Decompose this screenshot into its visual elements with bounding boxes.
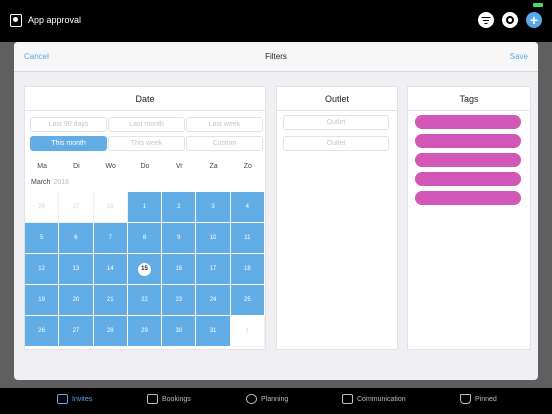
tab-communication[interactable]: Communication bbox=[342, 394, 406, 404]
weekday-label: Vr bbox=[175, 163, 183, 170]
date-preset-button[interactable]: Last week bbox=[186, 117, 263, 132]
calendar-day[interactable]: 12 bbox=[25, 254, 60, 285]
calendar-day[interactable]: 9 bbox=[162, 223, 197, 254]
contact-icon bbox=[10, 14, 22, 27]
weekday-label: Do bbox=[140, 163, 150, 170]
calendar-day[interactable]: 13 bbox=[59, 254, 94, 285]
mail-icon bbox=[57, 394, 68, 404]
calendar-day[interactable]: 1 bbox=[230, 316, 265, 347]
filters-modal: Cancel Filters Save Date Last 90 days Las… bbox=[14, 42, 538, 380]
calendar-day[interactable]: 1 bbox=[127, 192, 163, 223]
calendar-day[interactable]: 22 bbox=[127, 285, 163, 316]
calendar-day[interactable]: 27 bbox=[59, 316, 94, 347]
tag-pill[interactable] bbox=[415, 153, 521, 167]
weekday-label: Di bbox=[73, 163, 80, 170]
save-button[interactable]: Save bbox=[510, 52, 528, 61]
calendar-day[interactable]: 10 bbox=[196, 223, 231, 254]
calendar-day[interactable]: 29 bbox=[127, 316, 163, 347]
calendar-day[interactable]: 3 bbox=[196, 192, 231, 223]
month-name: March bbox=[31, 179, 51, 186]
outlet-title: Outlet bbox=[277, 87, 397, 111]
filter-icon bbox=[481, 17, 491, 19]
search-icon bbox=[506, 16, 514, 24]
calendar-day[interactable]: 17 bbox=[196, 254, 231, 285]
book-icon bbox=[147, 394, 158, 404]
date-title: Date bbox=[25, 87, 265, 111]
calendar-day[interactable]: 28 bbox=[93, 192, 128, 223]
tab-planning[interactable]: Planning bbox=[246, 394, 288, 404]
calendar-day[interactable]: 6 bbox=[59, 223, 94, 254]
tags-title: Tags bbox=[408, 87, 530, 111]
calendar-day[interactable]: 30 bbox=[162, 316, 197, 347]
calendar-day[interactable]: 8 bbox=[127, 223, 163, 254]
calendar-day[interactable]: 31 bbox=[196, 316, 231, 347]
weekday-label: Wo bbox=[105, 163, 116, 170]
calendar-day[interactable]: 21 bbox=[93, 285, 128, 316]
outlet-input[interactable]: Outlet bbox=[283, 136, 389, 151]
search-button[interactable] bbox=[502, 12, 518, 28]
tag-pill[interactable] bbox=[415, 134, 521, 148]
calendar-day[interactable]: 18 bbox=[230, 254, 265, 285]
clock-icon bbox=[246, 394, 257, 404]
tab-label: Planning bbox=[261, 395, 289, 403]
modal-header: Cancel Filters Save bbox=[14, 42, 538, 72]
pin-icon bbox=[460, 394, 471, 404]
calendar-day[interactable]: 4 bbox=[230, 192, 265, 223]
calendar-day[interactable]: 24 bbox=[196, 285, 231, 316]
tag-pill[interactable] bbox=[415, 115, 521, 129]
battery-icon bbox=[533, 3, 543, 7]
weekday-header: Ma Di Wo Do Vr Za Zo bbox=[25, 163, 265, 170]
calendar-day[interactable]: 15 bbox=[127, 254, 163, 285]
tab-pinned[interactable]: Pinned bbox=[460, 394, 497, 404]
calendar-day[interactable]: 11 bbox=[230, 223, 265, 254]
tag-pill[interactable] bbox=[415, 172, 521, 186]
chat-icon bbox=[342, 394, 353, 404]
date-preset-button[interactable]: Custom bbox=[186, 136, 263, 151]
weekday-label: Zo bbox=[243, 163, 252, 170]
tab-label: Invites bbox=[72, 395, 93, 403]
filter-button[interactable] bbox=[478, 12, 494, 28]
tag-pill[interactable] bbox=[415, 191, 521, 205]
filter-icon-line bbox=[484, 23, 488, 25]
date-panel: Date Last 90 days Last month Last week This… bbox=[24, 86, 266, 350]
tab-bar: Invites Bookings Planning Communication Pinn… bbox=[0, 388, 552, 414]
filter-icon-line bbox=[483, 20, 489, 22]
calendar-grid: 26 27 28 1 2 3 4 5 6 7 8 9 10 11 12 13 14 15 16 17 18 19 20 21 2… bbox=[25, 192, 265, 347]
tab-invites[interactable]: Invites bbox=[57, 394, 92, 404]
calendar-day[interactable]: 2 bbox=[162, 192, 197, 223]
calendar-day[interactable]: 26 bbox=[25, 192, 60, 223]
date-preset-button[interactable]: Last 90 days bbox=[30, 117, 107, 132]
tab-bookings[interactable]: Bookings bbox=[147, 394, 191, 404]
calendar-day[interactable]: 25 bbox=[230, 285, 265, 316]
weekday-label: Ma bbox=[37, 163, 47, 170]
calendar-day[interactable]: 19 bbox=[25, 285, 60, 316]
date-preset-button[interactable]: Last month bbox=[108, 117, 185, 132]
calendar-day[interactable]: 7 bbox=[93, 223, 128, 254]
add-button[interactable]: + bbox=[526, 12, 542, 28]
app-bar: App approval + bbox=[0, 0, 552, 42]
calendar-day[interactable]: 16 bbox=[162, 254, 197, 285]
calendar-day[interactable]: 26 bbox=[25, 316, 60, 347]
calendar-day[interactable]: 20 bbox=[59, 285, 94, 316]
tab-label: Bookings bbox=[162, 395, 191, 403]
calendar-day[interactable]: 28 bbox=[93, 316, 128, 347]
calendar-day[interactable]: 27 bbox=[59, 192, 94, 223]
date-preset-button[interactable]: This month bbox=[30, 136, 107, 151]
date-preset-button[interactable]: This week bbox=[108, 136, 185, 151]
calendar-day[interactable]: 23 bbox=[162, 285, 197, 316]
today-marker: 15 bbox=[137, 262, 151, 276]
plus-icon: + bbox=[529, 12, 539, 28]
tab-label: Communication bbox=[357, 395, 406, 403]
modal-title: Filters bbox=[265, 52, 287, 61]
month-year: 2018 bbox=[53, 179, 70, 186]
outlet-panel: Outlet Outlet Outlet bbox=[276, 86, 398, 350]
app-title: App approval bbox=[28, 15, 82, 25]
month-label: March 2018 bbox=[31, 179, 69, 186]
tags-panel: Tags bbox=[407, 86, 531, 350]
weekday-label: Za bbox=[209, 163, 218, 170]
calendar-day[interactable]: 14 bbox=[93, 254, 128, 285]
calendar-day[interactable]: 5 bbox=[25, 223, 60, 254]
outlet-input[interactable]: Outlet bbox=[283, 115, 389, 130]
tab-label: Pinned bbox=[475, 395, 497, 403]
